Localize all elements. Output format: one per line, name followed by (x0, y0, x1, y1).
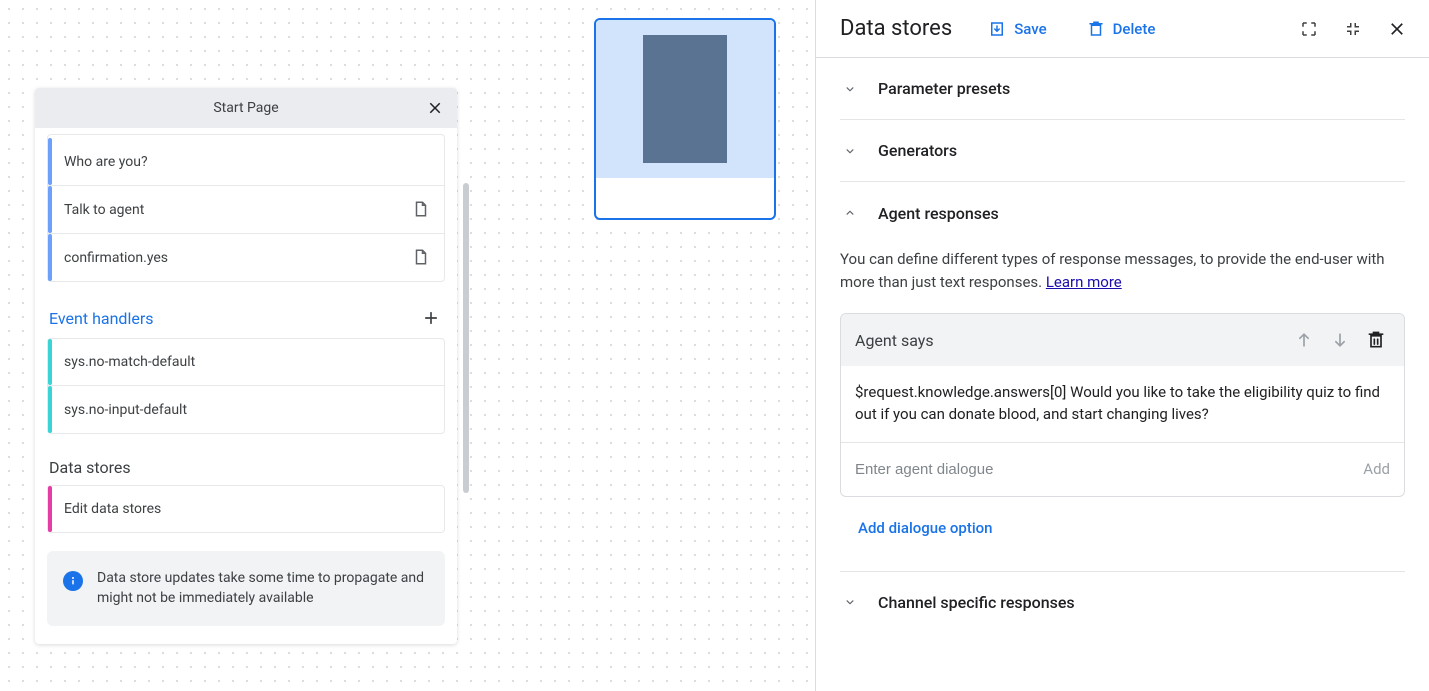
agent-says-title: Agent says (855, 331, 1282, 350)
route-item[interactable]: Talk to agent (47, 186, 445, 234)
node-thumbnail-preview (596, 20, 774, 178)
agent-says-card: Agent says $request.knowledge.answers[0]… (840, 313, 1405, 497)
accordion-label: Generators (878, 141, 957, 160)
move-up-icon[interactable] (1290, 326, 1318, 354)
chevron-up-icon (840, 203, 860, 223)
info-text: Data store updates take some time to pro… (97, 569, 429, 608)
info-note: Data store updates take some time to pro… (47, 551, 445, 626)
data-stores-title: Data stores (49, 458, 131, 477)
save-label: Save (1014, 20, 1046, 38)
data-store-item[interactable]: Edit data stores (47, 485, 445, 533)
accordion-label: Parameter presets (878, 79, 1010, 98)
start-page-title: Start Page (213, 100, 278, 116)
start-page-panel: Start Page Who are you? Talk to agent (35, 88, 457, 644)
event-handler-item[interactable]: sys.no-input-default (47, 386, 445, 434)
page-icon (412, 200, 432, 220)
data-store-color-bar (48, 486, 52, 532)
add-dialogue-inline-button[interactable]: Add (1363, 460, 1390, 478)
accordion-channel-specific[interactable]: Channel specific responses (840, 571, 1405, 633)
route-color-bar (48, 234, 52, 281)
event-label: sys.no-input-default (64, 402, 432, 418)
selected-node-thumbnail[interactable] (594, 18, 776, 220)
right-panel: Data stores Save Delete Parameter preset… (815, 0, 1429, 691)
learn-more-link[interactable]: Learn more (1046, 273, 1122, 291)
right-panel-header: Data stores Save Delete (816, 0, 1429, 58)
chevron-down-icon (840, 141, 860, 161)
event-color-bar (48, 386, 52, 433)
data-stores-section-header: Data stores (47, 458, 445, 477)
add-event-handler-button[interactable] (419, 306, 443, 330)
agent-dialogue-input[interactable] (855, 453, 1351, 486)
event-label: sys.no-match-default (64, 354, 432, 370)
accordion-label: Agent responses (878, 204, 999, 223)
route-label: confirmation.yes (64, 250, 412, 266)
route-color-bar (48, 186, 52, 233)
info-icon (63, 571, 83, 591)
delete-response-icon[interactable] (1362, 326, 1390, 354)
route-label: Who are you? (64, 154, 432, 170)
page-icon (412, 248, 432, 268)
event-color-bar (48, 339, 52, 385)
chevron-down-icon (840, 79, 860, 99)
accordion-parameter-presets[interactable]: Parameter presets (840, 58, 1405, 120)
right-panel-title: Data stores (840, 16, 952, 41)
move-down-icon[interactable] (1326, 326, 1354, 354)
data-store-label: Edit data stores (64, 501, 432, 517)
accordion-label: Channel specific responses (878, 593, 1075, 612)
add-dialogue-option-button[interactable]: Add dialogue option (858, 519, 1405, 537)
agent-says-card-header: Agent says (841, 314, 1404, 366)
start-page-header: Start Page (35, 88, 457, 128)
delete-button[interactable]: Delete (1087, 20, 1156, 38)
agent-says-body[interactable]: $request.knowledge.answers[0] Would you … (841, 366, 1404, 443)
event-handlers-section-header: Event handlers (47, 306, 445, 330)
route-label: Talk to agent (64, 202, 412, 218)
scrollbar[interactable] (463, 183, 469, 493)
agent-responses-content: You can define different types of respon… (840, 244, 1405, 571)
delete-label: Delete (1113, 20, 1156, 38)
agent-responses-description: You can define different types of respon… (840, 248, 1405, 293)
chevron-down-icon (840, 592, 860, 612)
close-icon[interactable] (423, 96, 447, 120)
fullscreen-icon[interactable] (1295, 15, 1323, 43)
route-item[interactable]: Who are you? (47, 138, 445, 186)
event-handler-item[interactable]: sys.no-match-default (47, 338, 445, 386)
route-item[interactable]: confirmation.yes (47, 234, 445, 282)
accordion-generators[interactable]: Generators (840, 120, 1405, 182)
exit-fullscreen-icon[interactable] (1339, 15, 1367, 43)
route-color-bar (48, 138, 52, 185)
close-panel-icon[interactable] (1383, 15, 1411, 43)
canvas-area[interactable]: Start Page Who are you? Talk to agent (0, 0, 815, 691)
event-handlers-title: Event handlers (49, 309, 154, 328)
agent-dialogue-input-row: Add (841, 443, 1404, 496)
accordion-agent-responses[interactable]: Agent responses (840, 182, 1405, 244)
save-button[interactable]: Save (988, 20, 1046, 38)
